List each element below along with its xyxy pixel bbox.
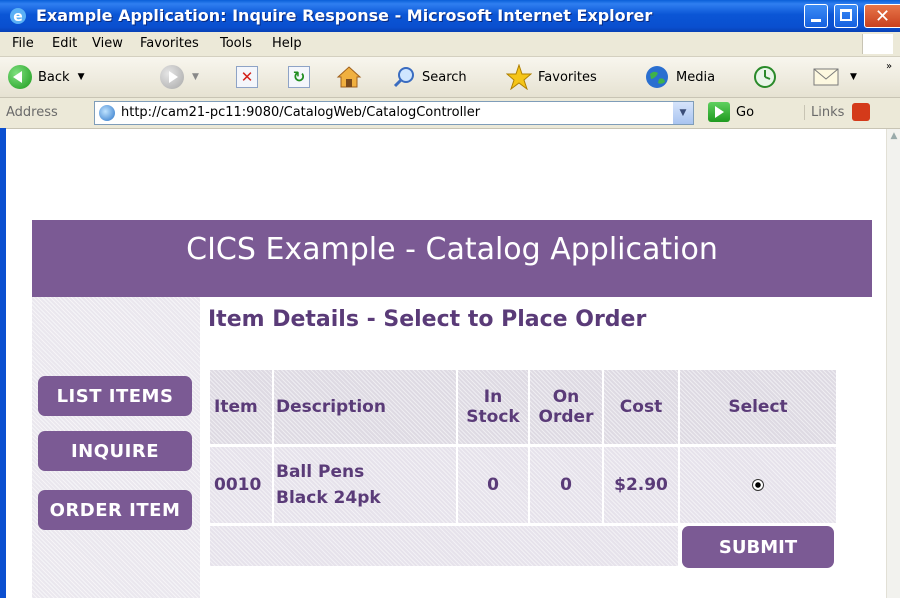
- chevron-down-icon[interactable]: ▼: [673, 102, 693, 124]
- close-icon: ✕: [875, 6, 891, 27]
- stop-icon: ✕: [236, 66, 258, 88]
- chevron-down-icon[interactable]: ▼: [850, 72, 857, 82]
- chevron-down-icon[interactable]: ▼: [192, 72, 199, 82]
- menu-view[interactable]: View: [92, 36, 123, 51]
- search-button[interactable]: Search: [392, 63, 467, 91]
- cell-item-value: 0010: [214, 475, 262, 495]
- select-radio[interactable]: [752, 479, 764, 491]
- back-label: Back: [38, 69, 70, 85]
- star-icon: [506, 64, 532, 90]
- go-button[interactable]: Go: [708, 102, 754, 122]
- cell-cost: $2.90: [604, 447, 678, 523]
- order-item-button[interactable]: ORDER ITEM: [38, 490, 192, 530]
- cell-in-stock: 0: [458, 447, 528, 523]
- search-icon: [393, 67, 414, 88]
- header-on-order: On Order: [530, 370, 602, 444]
- home-button[interactable]: [336, 63, 362, 91]
- cell-select: [680, 447, 836, 523]
- window-title: Example Application: Inquire Response - …: [36, 6, 653, 25]
- window-titlebar[interactable]: e Example Application: Inquire Response …: [0, 0, 900, 32]
- favorites-label: Favorites: [538, 69, 597, 85]
- cell-description-line1: Ball Pens: [276, 462, 365, 482]
- cell-description-line2: Black 24pk: [276, 488, 381, 508]
- submit-button[interactable]: SUBMIT: [682, 526, 834, 568]
- vertical-scrollbar[interactable]: ▲: [886, 129, 900, 598]
- header-on-order-line2: Order: [538, 407, 594, 427]
- menu-bar: File Edit View Favorites Tools Help: [0, 32, 900, 57]
- refresh-icon: ↻: [288, 66, 310, 88]
- header-in-stock-line2: Stock: [466, 407, 520, 427]
- back-button[interactable]: Back ▼: [8, 63, 84, 91]
- maximize-icon: [840, 9, 852, 21]
- menu-edit[interactable]: Edit: [52, 36, 77, 51]
- header-description-label: Description: [276, 397, 386, 417]
- back-arrow-icon: [8, 65, 32, 89]
- page-subheading: Item Details - Select to Place Order: [208, 307, 647, 332]
- header-on-order-line1: On: [552, 387, 580, 407]
- forward-button[interactable]: ▼: [160, 63, 199, 91]
- search-label: Search: [422, 69, 467, 85]
- page-banner: CICS Example - Catalog Application: [32, 220, 872, 297]
- scroll-up-icon[interactable]: ▲: [888, 131, 900, 143]
- mail-button[interactable]: ▼: [812, 63, 857, 91]
- header-select-label: Select: [728, 397, 788, 417]
- cell-in-stock-value: 0: [487, 475, 499, 495]
- header-in-stock-line1: In: [483, 387, 503, 407]
- history-icon: [754, 66, 776, 88]
- page-viewport: CICS Example - Catalog Application Item …: [6, 129, 886, 598]
- page-icon: [99, 105, 115, 121]
- refresh-button[interactable]: ↻: [288, 63, 310, 91]
- cell-on-order: 0: [530, 447, 602, 523]
- cell-item: 0010: [210, 447, 272, 523]
- forward-arrow-icon: [160, 65, 184, 89]
- header-select: Select: [680, 370, 836, 444]
- home-icon: [336, 66, 362, 88]
- header-item: Item: [210, 370, 272, 444]
- internet-explorer-icon: e: [10, 8, 26, 25]
- media-label: Media: [676, 69, 716, 85]
- cell-description: Ball Pens Black 24pk: [274, 447, 456, 523]
- address-url[interactable]: http://cam21-pc11:9080/CatalogWeb/Catalo…: [121, 105, 480, 120]
- header-item-label: Item: [214, 397, 258, 417]
- cell-cost-value: $2.90: [614, 475, 668, 495]
- table-footer-spacer: [210, 526, 678, 566]
- go-arrow-icon: [708, 102, 730, 122]
- stop-button[interactable]: ✕: [236, 63, 258, 91]
- close-button[interactable]: ✕: [864, 4, 900, 28]
- go-label: Go: [736, 104, 755, 120]
- header-cost: Cost: [604, 370, 678, 444]
- acrobat-icon[interactable]: [852, 103, 870, 121]
- media-globe-icon: [646, 66, 668, 88]
- header-description: Description: [274, 370, 456, 444]
- address-bar: Address http://cam21-pc11:9080/CatalogWe…: [0, 98, 900, 129]
- menu-favorites[interactable]: Favorites: [140, 36, 199, 51]
- menu-file[interactable]: File: [12, 36, 34, 51]
- svg-text:e: e: [13, 9, 23, 25]
- toolbar-overflow-icon[interactable]: »: [886, 61, 892, 72]
- minimize-icon: [811, 19, 821, 22]
- browser-toolbar: Back ▼ ▼ ✕ ↻ Search Favorites Media ▼ »: [0, 57, 900, 98]
- cell-on-order-value: 0: [560, 475, 572, 495]
- history-button[interactable]: [752, 63, 778, 91]
- address-label: Address: [6, 105, 58, 120]
- banner-title: CICS Example - Catalog Application: [186, 232, 718, 267]
- header-in-stock: In Stock: [458, 370, 528, 444]
- links-label[interactable]: Links: [804, 105, 844, 120]
- maximize-button[interactable]: [834, 4, 858, 28]
- minimize-button[interactable]: [804, 4, 828, 28]
- mail-icon: [813, 68, 839, 86]
- header-cost-label: Cost: [619, 397, 663, 417]
- media-button[interactable]: Media: [644, 63, 715, 91]
- menu-help[interactable]: Help: [272, 36, 302, 51]
- windows-logo-icon: [862, 34, 893, 54]
- list-items-button[interactable]: LIST ITEMS: [38, 376, 192, 416]
- favorites-button[interactable]: Favorites: [506, 63, 597, 91]
- menu-tools[interactable]: Tools: [220, 36, 252, 51]
- chevron-down-icon[interactable]: ▼: [78, 72, 85, 82]
- inquire-button[interactable]: INQUIRE: [38, 431, 192, 471]
- address-input[interactable]: http://cam21-pc11:9080/CatalogWeb/Catalo…: [94, 101, 694, 125]
